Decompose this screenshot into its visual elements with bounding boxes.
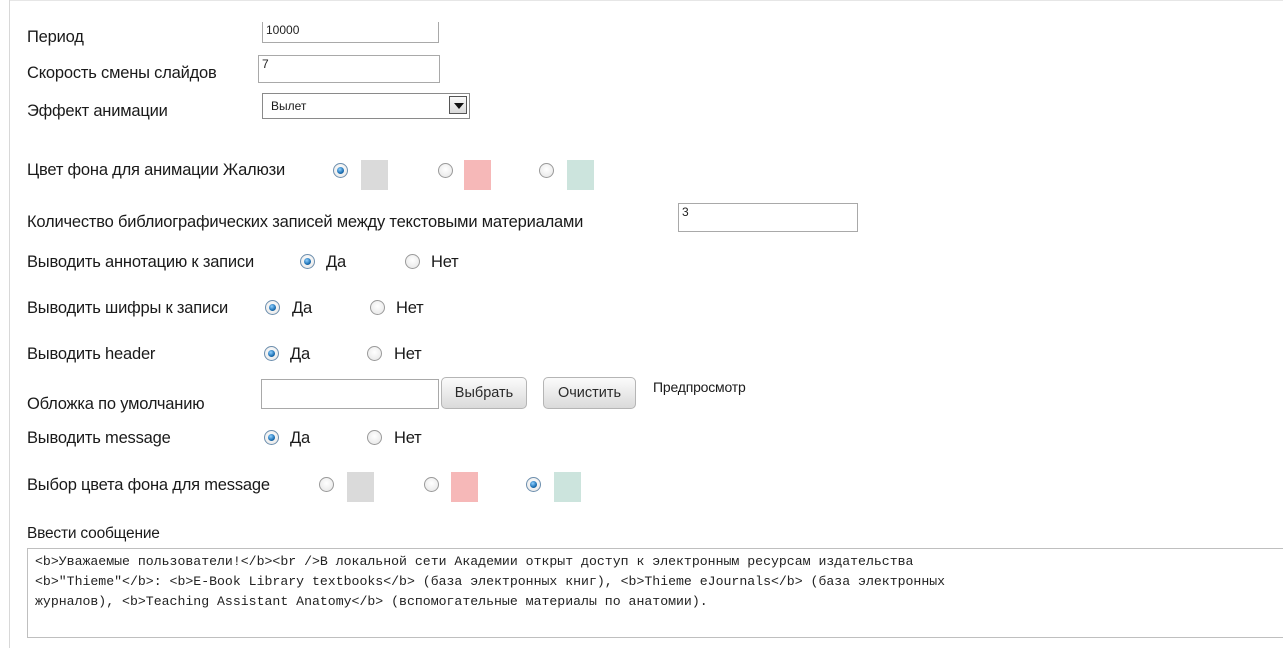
animation-bg-radio-2[interactable]: [438, 163, 453, 178]
animation-bg-radio-3[interactable]: [539, 163, 554, 178]
animation-bg-label: Цвет фона для анимации Жалюзи: [27, 161, 286, 179]
show-annotation-yes-radio[interactable]: [300, 254, 315, 269]
message-bg-swatch-gray: [347, 472, 374, 502]
message-line-1: <b>Уважаемые пользователи!</b><br />В ло…: [35, 554, 914, 569]
show-header-no-label: Нет: [394, 345, 422, 363]
show-annotation-no-label: Нет: [431, 253, 459, 271]
animation-bg-swatch-pink: [464, 160, 491, 190]
show-message-no-radio[interactable]: [367, 430, 382, 445]
biblio-count-input[interactable]: 3: [678, 203, 858, 232]
message-bg-radio-2[interactable]: [424, 477, 439, 492]
show-ciphers-yes-label: Да: [292, 299, 312, 317]
biblio-count-label: Количество библиографических записей меж…: [27, 213, 584, 231]
message-line-2: <b>"Thieme"</b>: <b>E-Book Library textb…: [35, 574, 946, 589]
show-annotation-label: Выводить аннотацию к записи: [27, 253, 254, 271]
cover-preview-label: Предпросмотр: [653, 379, 746, 395]
show-header-label: Выводить header: [27, 345, 156, 363]
show-message-label: Выводить message: [27, 429, 171, 447]
show-ciphers-label: Выводить шифры к записи: [27, 299, 229, 317]
animation-bg-swatch-green: [567, 160, 594, 190]
animation-effect-label: Эффект анимации: [27, 102, 168, 120]
slide-speed-input[interactable]: 7: [258, 55, 440, 83]
message-textarea[interactable]: <b>Уважаемые пользователи!</b><br />В ло…: [27, 548, 1283, 638]
default-cover-label: Обложка по умолчанию: [27, 395, 205, 413]
animation-effect-select[interactable]: Вылет: [262, 93, 470, 119]
show-header-yes-label: Да: [290, 345, 310, 363]
frame-left-border: [9, 0, 10, 648]
message-bg-swatch-green: [554, 472, 581, 502]
message-bg-label: Выбор цвета фона для message: [27, 476, 270, 494]
animation-bg-swatch-gray: [361, 160, 388, 190]
show-header-yes-radio[interactable]: [264, 346, 279, 361]
show-ciphers-yes-radio[interactable]: [265, 300, 280, 315]
frame-top-border: [9, 0, 1283, 1]
show-ciphers-no-radio[interactable]: [370, 300, 385, 315]
message-bg-radio-3[interactable]: [526, 477, 541, 492]
message-text-label: Ввести сообщение: [27, 525, 160, 542]
slide-speed-label: Скорость смены слайдов: [27, 64, 217, 82]
show-message-yes-label: Да: [290, 429, 310, 447]
animation-bg-radio-1[interactable]: [333, 163, 348, 178]
default-cover-input[interactable]: [261, 379, 439, 409]
show-annotation-no-radio[interactable]: [405, 254, 420, 269]
message-line-3: журналов), <b>Teaching Assistant Anatomy…: [35, 594, 708, 609]
message-bg-radio-1[interactable]: [319, 477, 334, 492]
message-bg-swatch-pink: [451, 472, 478, 502]
show-annotation-yes-label: Да: [326, 253, 346, 271]
show-ciphers-no-label: Нет: [396, 299, 424, 317]
choose-cover-button[interactable]: Выбрать: [441, 377, 527, 409]
dropdown-arrow-icon[interactable]: [449, 96, 467, 114]
show-message-no-label: Нет: [394, 429, 422, 447]
period-label: Период: [27, 28, 84, 46]
show-header-no-radio[interactable]: [367, 346, 382, 361]
period-input[interactable]: 10000: [262, 22, 439, 43]
show-message-yes-radio[interactable]: [264, 430, 279, 445]
clear-cover-button[interactable]: Очистить: [543, 377, 636, 409]
animation-effect-value: Вылет: [271, 99, 307, 113]
